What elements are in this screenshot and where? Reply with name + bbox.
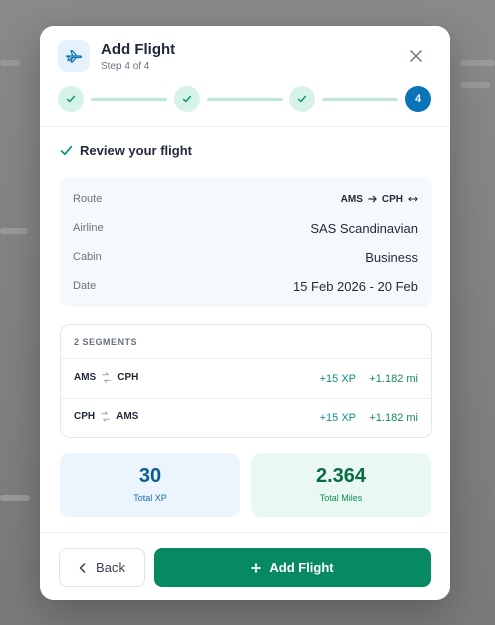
connection-icon — [102, 372, 111, 383]
background-decoration — [0, 495, 30, 501]
step-connector — [91, 98, 167, 101]
segments-count: 2 SEGMENTS — [74, 337, 138, 347]
back-button[interactable]: Back — [59, 548, 145, 587]
add-flight-button[interactable]: Add Flight — [154, 548, 431, 587]
check-icon — [182, 95, 192, 103]
segment-row: CPH AMS +15 XP +1.182 mi — [61, 398, 431, 437]
background-decoration — [460, 82, 490, 88]
segments-card: 2 SEGMENTS AMS CPH +15 XP +1.182 mi CPH … — [60, 324, 432, 438]
total-miles-value: 2.364 — [315, 465, 367, 487]
background-decoration — [0, 228, 28, 234]
add-flight-modal: Add Flight Step 4 of 4 4 Review your fli… — [40, 26, 450, 600]
total-xp-label: Total XP — [133, 493, 167, 503]
check-icon — [66, 95, 76, 103]
progress-stepper: 4 — [58, 86, 432, 112]
segment-miles: +1.182 mi — [369, 412, 418, 424]
step-indicator-text: Step 4 of 4 — [101, 61, 150, 72]
total-xp-card: 30 Total XP — [60, 453, 240, 517]
chevron-left-icon — [79, 562, 86, 573]
modal-body: Review your flight Route AMS CPH Airline… — [40, 127, 450, 532]
summary-row-route: Route AMS CPH — [73, 189, 418, 209]
segment-from: CPH — [74, 411, 96, 422]
background-decoration — [0, 60, 20, 66]
airline-label: Airline — [73, 222, 104, 234]
segment-from: AMS — [74, 372, 97, 383]
summary-row-date: Date 15 Feb 2026 - 20 Feb — [73, 276, 418, 296]
flight-summary-card: Route AMS CPH Airline SAS Scandinavian C… — [60, 177, 432, 307]
plus-icon — [251, 562, 262, 573]
segments-header: 2 SEGMENTS — [61, 325, 431, 359]
step-connector — [207, 98, 283, 101]
total-miles-label: Total Miles — [319, 493, 363, 503]
cabin-label: Cabin — [73, 251, 102, 263]
airline-value: SAS Scandinavian — [310, 220, 418, 236]
route-value: AMS CPH — [341, 194, 418, 205]
segment-route: AMS CPH — [74, 372, 138, 383]
back-button-label: Back — [96, 560, 125, 575]
total-xp-value: 30 — [138, 465, 162, 487]
summary-row-cabin: Cabin Business — [73, 247, 418, 267]
step-4-active: 4 — [405, 86, 431, 112]
close-button[interactable] — [406, 46, 426, 66]
arrow-right-icon — [368, 195, 377, 203]
step-1-complete — [58, 86, 84, 112]
route-label: Route — [73, 193, 103, 205]
route-from: AMS — [340, 193, 363, 205]
segment-to: CPH — [117, 372, 139, 383]
cabin-value: Business — [365, 249, 418, 265]
check-icon — [297, 95, 307, 103]
summary-row-airline: Airline SAS Scandinavian — [73, 218, 418, 238]
step-connector — [322, 98, 398, 101]
route-to: CPH — [381, 193, 403, 205]
modal-header: Add Flight Step 4 of 4 4 — [40, 26, 450, 126]
modal-footer: Back Add Flight — [40, 532, 450, 600]
step-2-complete — [174, 86, 200, 112]
check-icon — [60, 145, 73, 156]
date-value: 15 Feb 2026 - 20 Feb — [292, 278, 418, 294]
review-heading-text: Review your flight — [80, 143, 192, 158]
close-icon — [410, 50, 422, 62]
step-3-complete — [289, 86, 315, 112]
airplane-icon — [58, 40, 90, 72]
segment-row: AMS CPH +15 XP +1.182 mi — [61, 359, 431, 399]
date-label: Date — [73, 280, 97, 292]
segment-to: AMS — [116, 411, 139, 422]
background-decoration — [460, 60, 495, 66]
segment-route: CPH AMS — [74, 411, 138, 422]
segment-miles: +1.182 mi — [369, 373, 418, 385]
modal-title: Add Flight — [101, 41, 176, 58]
add-flight-button-label: Add Flight — [269, 560, 334, 575]
segment-xp: +15 XP — [319, 412, 356, 424]
round-trip-icon — [408, 196, 418, 202]
total-miles-card: 2.364 Total Miles — [251, 453, 431, 517]
connection-icon — [101, 411, 110, 422]
segment-xp: +15 XP — [319, 373, 356, 385]
review-heading: Review your flight — [60, 143, 192, 158]
